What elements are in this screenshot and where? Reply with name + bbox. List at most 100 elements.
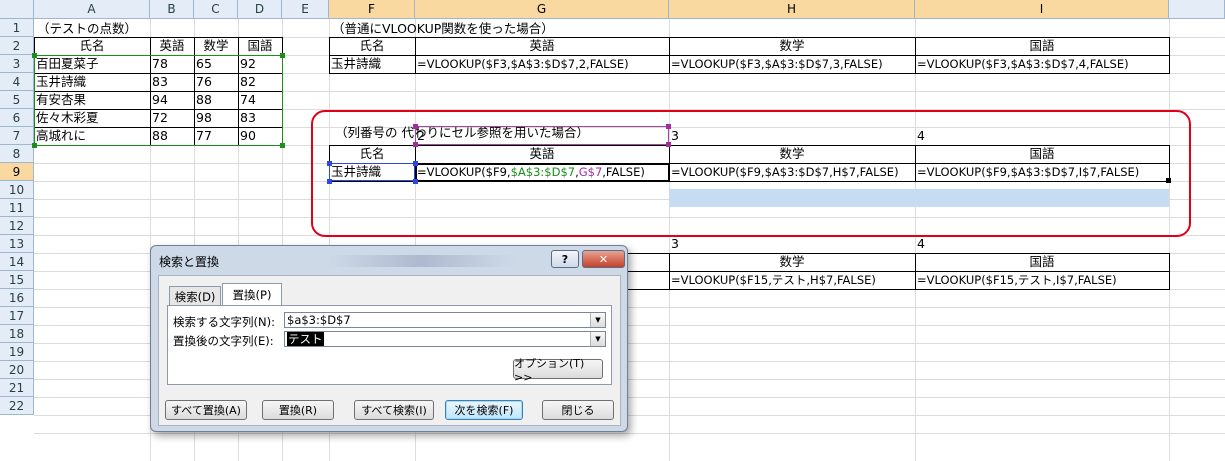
table2-formula-cell[interactable]: =VLOOKUP($F3,$A$3:$D$7,3,FALSE) [669, 55, 883, 73]
tab-find[interactable]: 検索(D) [169, 286, 221, 306]
dialog-titlebar[interactable]: 検索と置換 ? ✕ [151, 246, 627, 274]
row-header-8[interactable]: 8 [0, 145, 34, 163]
row-header-5[interactable]: 5 [0, 91, 34, 109]
replace-panel: 検索する文字列(N): $a$3:$D$7 ▼ 置換後の文字列(E): テスト … [167, 305, 612, 385]
table1-score-cell: 77 [196, 128, 212, 143]
formula-part: G$7 [578, 165, 603, 179]
row-header-10[interactable]: 10 [0, 181, 34, 199]
table1-score-cell: 90 [240, 128, 256, 143]
find-all-button[interactable]: すべて検索(I) [354, 400, 434, 420]
column-header-i[interactable]: I [915, 0, 1169, 19]
table4-formula-cell[interactable]: =VLOOKUP($F15,テスト,H$7,FALSE) [669, 271, 876, 289]
row-header-11[interactable]: 11 [0, 199, 34, 217]
find-replace-dialog: 検索と置換 ? ✕ 検索(D) 置換(P) 検索する文字列(N): $a$3:$… [150, 245, 628, 432]
row-header-4[interactable]: 4 [0, 73, 34, 91]
table1-score-cell: 78 [152, 56, 168, 71]
reference-handle[interactable] [280, 143, 285, 148]
column-header-e[interactable]: E [282, 0, 329, 19]
table2-header: 国語 [1029, 38, 1055, 53]
table3-formula-cell[interactable]: =VLOOKUP($F9,$A$3:$D$7,H$7,FALSE) [669, 163, 899, 181]
row-header-9[interactable]: 9 [0, 163, 34, 181]
row-header-7[interactable]: 7 [0, 127, 34, 145]
column-header-a[interactable]: A [34, 0, 150, 19]
table4-colnum-cell: 3 [671, 236, 679, 251]
column-header-g[interactable]: G [415, 0, 669, 19]
replace-button[interactable]: 置換(R) [262, 400, 334, 420]
table1-score-cell: 74 [240, 92, 256, 107]
row-header-22[interactable]: 22 [0, 397, 34, 415]
row-header-18[interactable]: 18 [0, 325, 34, 343]
row-header-15[interactable]: 15 [0, 271, 34, 289]
find-input[interactable]: $a$3:$D$7 ▼ [284, 312, 606, 328]
table3-formula-cell-editing[interactable]: =VLOOKUP($F9,$A$3:$D$7,G$7,FALSE) [415, 163, 645, 181]
reference-handle[interactable] [32, 53, 37, 58]
close-button[interactable]: 閉じる [542, 400, 614, 420]
reference-handle[interactable] [327, 179, 332, 184]
cell-border [600, 289, 1170, 290]
table1-score-cell: 94 [152, 92, 168, 107]
close-window-button[interactable]: ✕ [582, 250, 625, 268]
replace-input[interactable]: テスト ▼ [284, 331, 606, 347]
column-header-h[interactable]: H [669, 0, 915, 19]
reference-handle[interactable] [413, 179, 418, 184]
table2-formula-cell[interactable]: =VLOOKUP($F3,$A$3:$D$7,4,FALSE) [915, 55, 1129, 73]
row-header-3[interactable]: 3 [0, 55, 34, 73]
table1-header: 数学 [203, 38, 229, 53]
table3-header: 数学 [779, 146, 805, 161]
table4-colnum-cell: 4 [917, 236, 925, 251]
reference-handle[interactable] [666, 124, 671, 129]
table1-score-cell: 88 [152, 128, 168, 143]
reference-handle[interactable] [666, 142, 671, 147]
row-header-6[interactable]: 6 [0, 109, 34, 127]
select-all-corner[interactable] [0, 0, 34, 19]
reference-handle[interactable] [413, 161, 418, 166]
reference-outline [282, 55, 283, 145]
row-header-13[interactable]: 13 [0, 235, 34, 253]
table1-score-cell: 65 [196, 56, 212, 71]
find-dropdown-arrow-icon[interactable]: ▼ [590, 313, 605, 327]
row-header-21[interactable]: 21 [0, 379, 34, 397]
column-header-c[interactable]: C [194, 0, 238, 19]
reference-handle[interactable] [413, 124, 418, 129]
column-header-f[interactable]: F [329, 0, 415, 19]
column-header-d[interactable]: D [238, 0, 282, 19]
table1-name-cell: 佐々木彩夏 [36, 110, 99, 125]
table2-title: （普通にVLOOKUP関数を使った場合） [332, 21, 554, 36]
fill-handle[interactable] [1166, 178, 1171, 183]
table1-score-cell: 72 [152, 110, 168, 125]
column-header-blank [1169, 0, 1225, 19]
row-header-17[interactable]: 17 [0, 307, 34, 325]
row-header-2[interactable]: 2 [0, 37, 34, 55]
replace-dropdown-arrow-icon[interactable]: ▼ [590, 332, 605, 346]
find-next-button[interactable]: 次を検索(F) [445, 400, 523, 420]
tab-replace[interactable]: 置換(P) [222, 283, 282, 306]
reference-handle[interactable] [280, 53, 285, 58]
table2-formula-cell[interactable]: =VLOOKUP($F3,$A$3:$D$7,2,FALSE) [415, 55, 629, 73]
table1-score-cell: 76 [196, 74, 212, 89]
table4-formula-cell[interactable]: =VLOOKUP($F15,テスト,I$7,FALSE) [915, 271, 1117, 289]
cell-border [1169, 253, 1170, 289]
gridline [1169, 19, 1170, 461]
row-header-19[interactable]: 19 [0, 343, 34, 361]
table3-formula-cell[interactable]: =VLOOKUP($F9,$A$3:$D$7,I$7,FALSE) [915, 163, 1139, 181]
reference-handle[interactable] [327, 161, 332, 166]
row-header-1[interactable]: 1 [0, 19, 34, 37]
active-cell-border [415, 180, 669, 182]
replace-input-value: テスト [287, 332, 324, 346]
reference-handle[interactable] [32, 143, 37, 148]
row-header-16[interactable]: 16 [0, 289, 34, 307]
help-button[interactable]: ? [551, 250, 579, 268]
table2-header: 英語 [529, 38, 555, 53]
gridline [34, 433, 1225, 434]
reference-outline [34, 55, 282, 56]
table1-score-cell: 92 [240, 56, 256, 71]
row-header-14[interactable]: 14 [0, 253, 34, 271]
reference-outline-f9 [329, 163, 415, 181]
row-header-12[interactable]: 12 [0, 217, 34, 235]
column-header-b[interactable]: B [150, 0, 194, 19]
reference-handle[interactable] [413, 142, 418, 147]
cell-border [1169, 145, 1170, 181]
row-header-20[interactable]: 20 [0, 361, 34, 379]
options-button[interactable]: オプション(T) >> [513, 357, 603, 384]
replace-all-button[interactable]: すべて置換(A) [165, 400, 247, 420]
